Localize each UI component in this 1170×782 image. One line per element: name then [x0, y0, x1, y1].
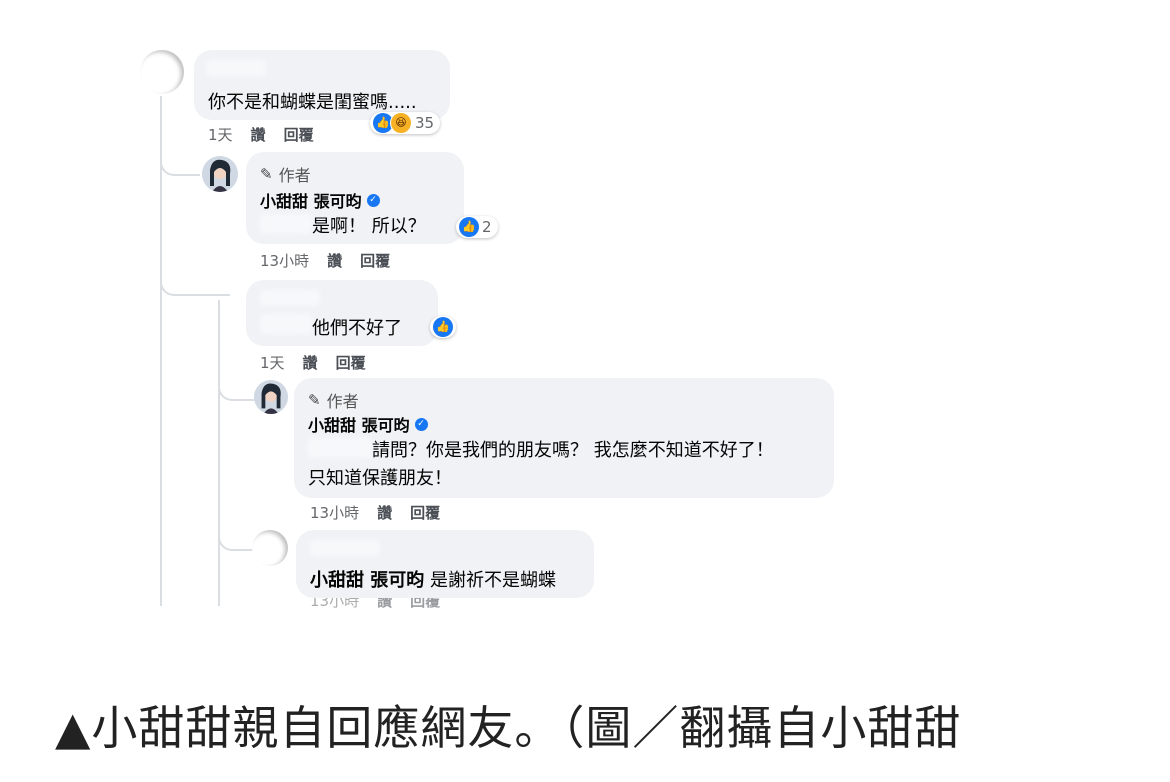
- author-avatar[interactable]: [202, 156, 238, 192]
- like-button[interactable]: 讚: [251, 124, 266, 145]
- reply-button[interactable]: 回覆: [360, 250, 390, 271]
- author-name[interactable]: 小甜甜 張可昀 ✓: [308, 412, 428, 436]
- thread-line: [160, 96, 162, 606]
- blurred-username: [206, 60, 266, 76]
- reply-bubble: ✎ 作者 小甜甜 張可昀 ✓ 請問？你是我們的朋友嗎？ 我怎麼不知道不好了！ 只…: [294, 378, 834, 498]
- reply-text: 是啊！ 所以？: [312, 216, 426, 237]
- comment-meta: 1天 讚 回覆: [208, 124, 314, 145]
- photo-caption: ▲小甜甜親自回應網友。（圖／翻攝自小甜甜: [55, 701, 962, 755]
- reaction-count: 35: [415, 114, 435, 132]
- author-photo: [254, 380, 288, 414]
- verified-badge-icon: ✓: [366, 193, 380, 207]
- blurred-username: [310, 540, 380, 556]
- comment-bubble: 你不是和蝴蝶是閨蜜嗎.....: [194, 50, 450, 120]
- author-name-text: 小甜甜 張可昀: [260, 192, 362, 211]
- reaction-summary[interactable]: 👍 2: [456, 216, 498, 238]
- author-photo: [202, 156, 238, 192]
- reply-button[interactable]: 回覆: [410, 502, 440, 523]
- like-button[interactable]: 讚: [377, 502, 392, 523]
- thread-connector: [218, 375, 258, 401]
- author-badge: ✎ 作者: [260, 162, 311, 186]
- author-badge: ✎ 作者: [308, 388, 359, 412]
- blurred-mention: [308, 438, 372, 458]
- mention-link[interactable]: 小甜甜 張可昀: [310, 570, 424, 591]
- author-badge-label: 作者: [326, 392, 359, 411]
- blurred-mention: [260, 214, 312, 234]
- comment-meta: 13小時 讚 回覆: [310, 502, 440, 523]
- like-button: 讚: [377, 598, 393, 610]
- reply-button[interactable]: 回覆: [336, 352, 366, 373]
- pencil-icon: ✎: [260, 165, 273, 183]
- avatar[interactable]: [252, 530, 288, 566]
- author-avatar[interactable]: [254, 380, 288, 414]
- comment-bubble: 他們不好了: [246, 280, 438, 346]
- reply-button: 回覆: [410, 598, 441, 610]
- reaction-count: 2: [482, 218, 492, 236]
- like-reaction-icon: 👍: [459, 217, 479, 237]
- reply-button[interactable]: 回覆: [284, 124, 314, 145]
- comment-bubble: 小甜甜 張可昀 是謝祈不是蝴蝶: [296, 530, 594, 598]
- comment-time[interactable]: 1天: [260, 352, 285, 373]
- comment-text: 小甜甜 張可昀 是謝祈不是蝴蝶: [310, 566, 556, 592]
- comment-meta: 13小時 讚 回覆: [260, 250, 390, 271]
- haha-reaction-icon: 😆: [390, 112, 412, 134]
- thread-connector: [160, 270, 230, 296]
- thread-connector: [160, 150, 200, 176]
- reply-text-line1: 請問？你是我們的朋友嗎？ 我怎麼不知道不好了！: [372, 440, 774, 461]
- thread-line: [218, 300, 220, 606]
- comment-time[interactable]: 13小時: [310, 502, 359, 523]
- comment-thread-screenshot: 你不是和蝴蝶是閨蜜嗎..... 👍 😆 35 1天 讚 回覆 ✎ 作者 小甜甜 …: [0, 0, 1170, 640]
- author-badge-label: 作者: [278, 166, 311, 185]
- like-button[interactable]: 讚: [303, 352, 318, 373]
- like-reaction-icon: 👍: [433, 317, 453, 337]
- comment-meta: 1天 讚 回覆: [260, 352, 366, 373]
- comment-text: 你不是和蝴蝶是閨蜜嗎.....: [208, 92, 417, 113]
- like-button[interactable]: 讚: [327, 250, 342, 271]
- author-name[interactable]: 小甜甜 張可昀 ✓: [260, 188, 380, 212]
- comment-time[interactable]: 13小時: [260, 250, 309, 271]
- comment-text: 他們不好了: [312, 318, 402, 339]
- blurred-mention: [260, 314, 312, 334]
- avatar[interactable]: [140, 50, 184, 94]
- comment-meta: 13小時 讚 回覆: [310, 598, 440, 610]
- comment-time: 13小時: [310, 598, 360, 610]
- comment-time[interactable]: 1天: [208, 124, 233, 145]
- reaction-summary[interactable]: 👍 😆 35: [370, 112, 441, 134]
- comment-text-body: 是謝祈不是蝴蝶: [430, 570, 557, 591]
- verified-badge-icon: ✓: [414, 417, 428, 431]
- reply-text-line2: 只知道保護朋友！: [308, 468, 452, 489]
- blurred-username: [260, 290, 320, 306]
- cropped-meta-row: 13小時 讚 回覆: [160, 598, 860, 610]
- author-name-text: 小甜甜 張可昀: [308, 416, 410, 435]
- reply-bubble: ✎ 作者 小甜甜 張可昀 ✓ 是啊！ 所以？: [246, 152, 464, 244]
- reaction-summary[interactable]: 👍: [430, 316, 456, 338]
- pencil-icon: ✎: [308, 391, 321, 409]
